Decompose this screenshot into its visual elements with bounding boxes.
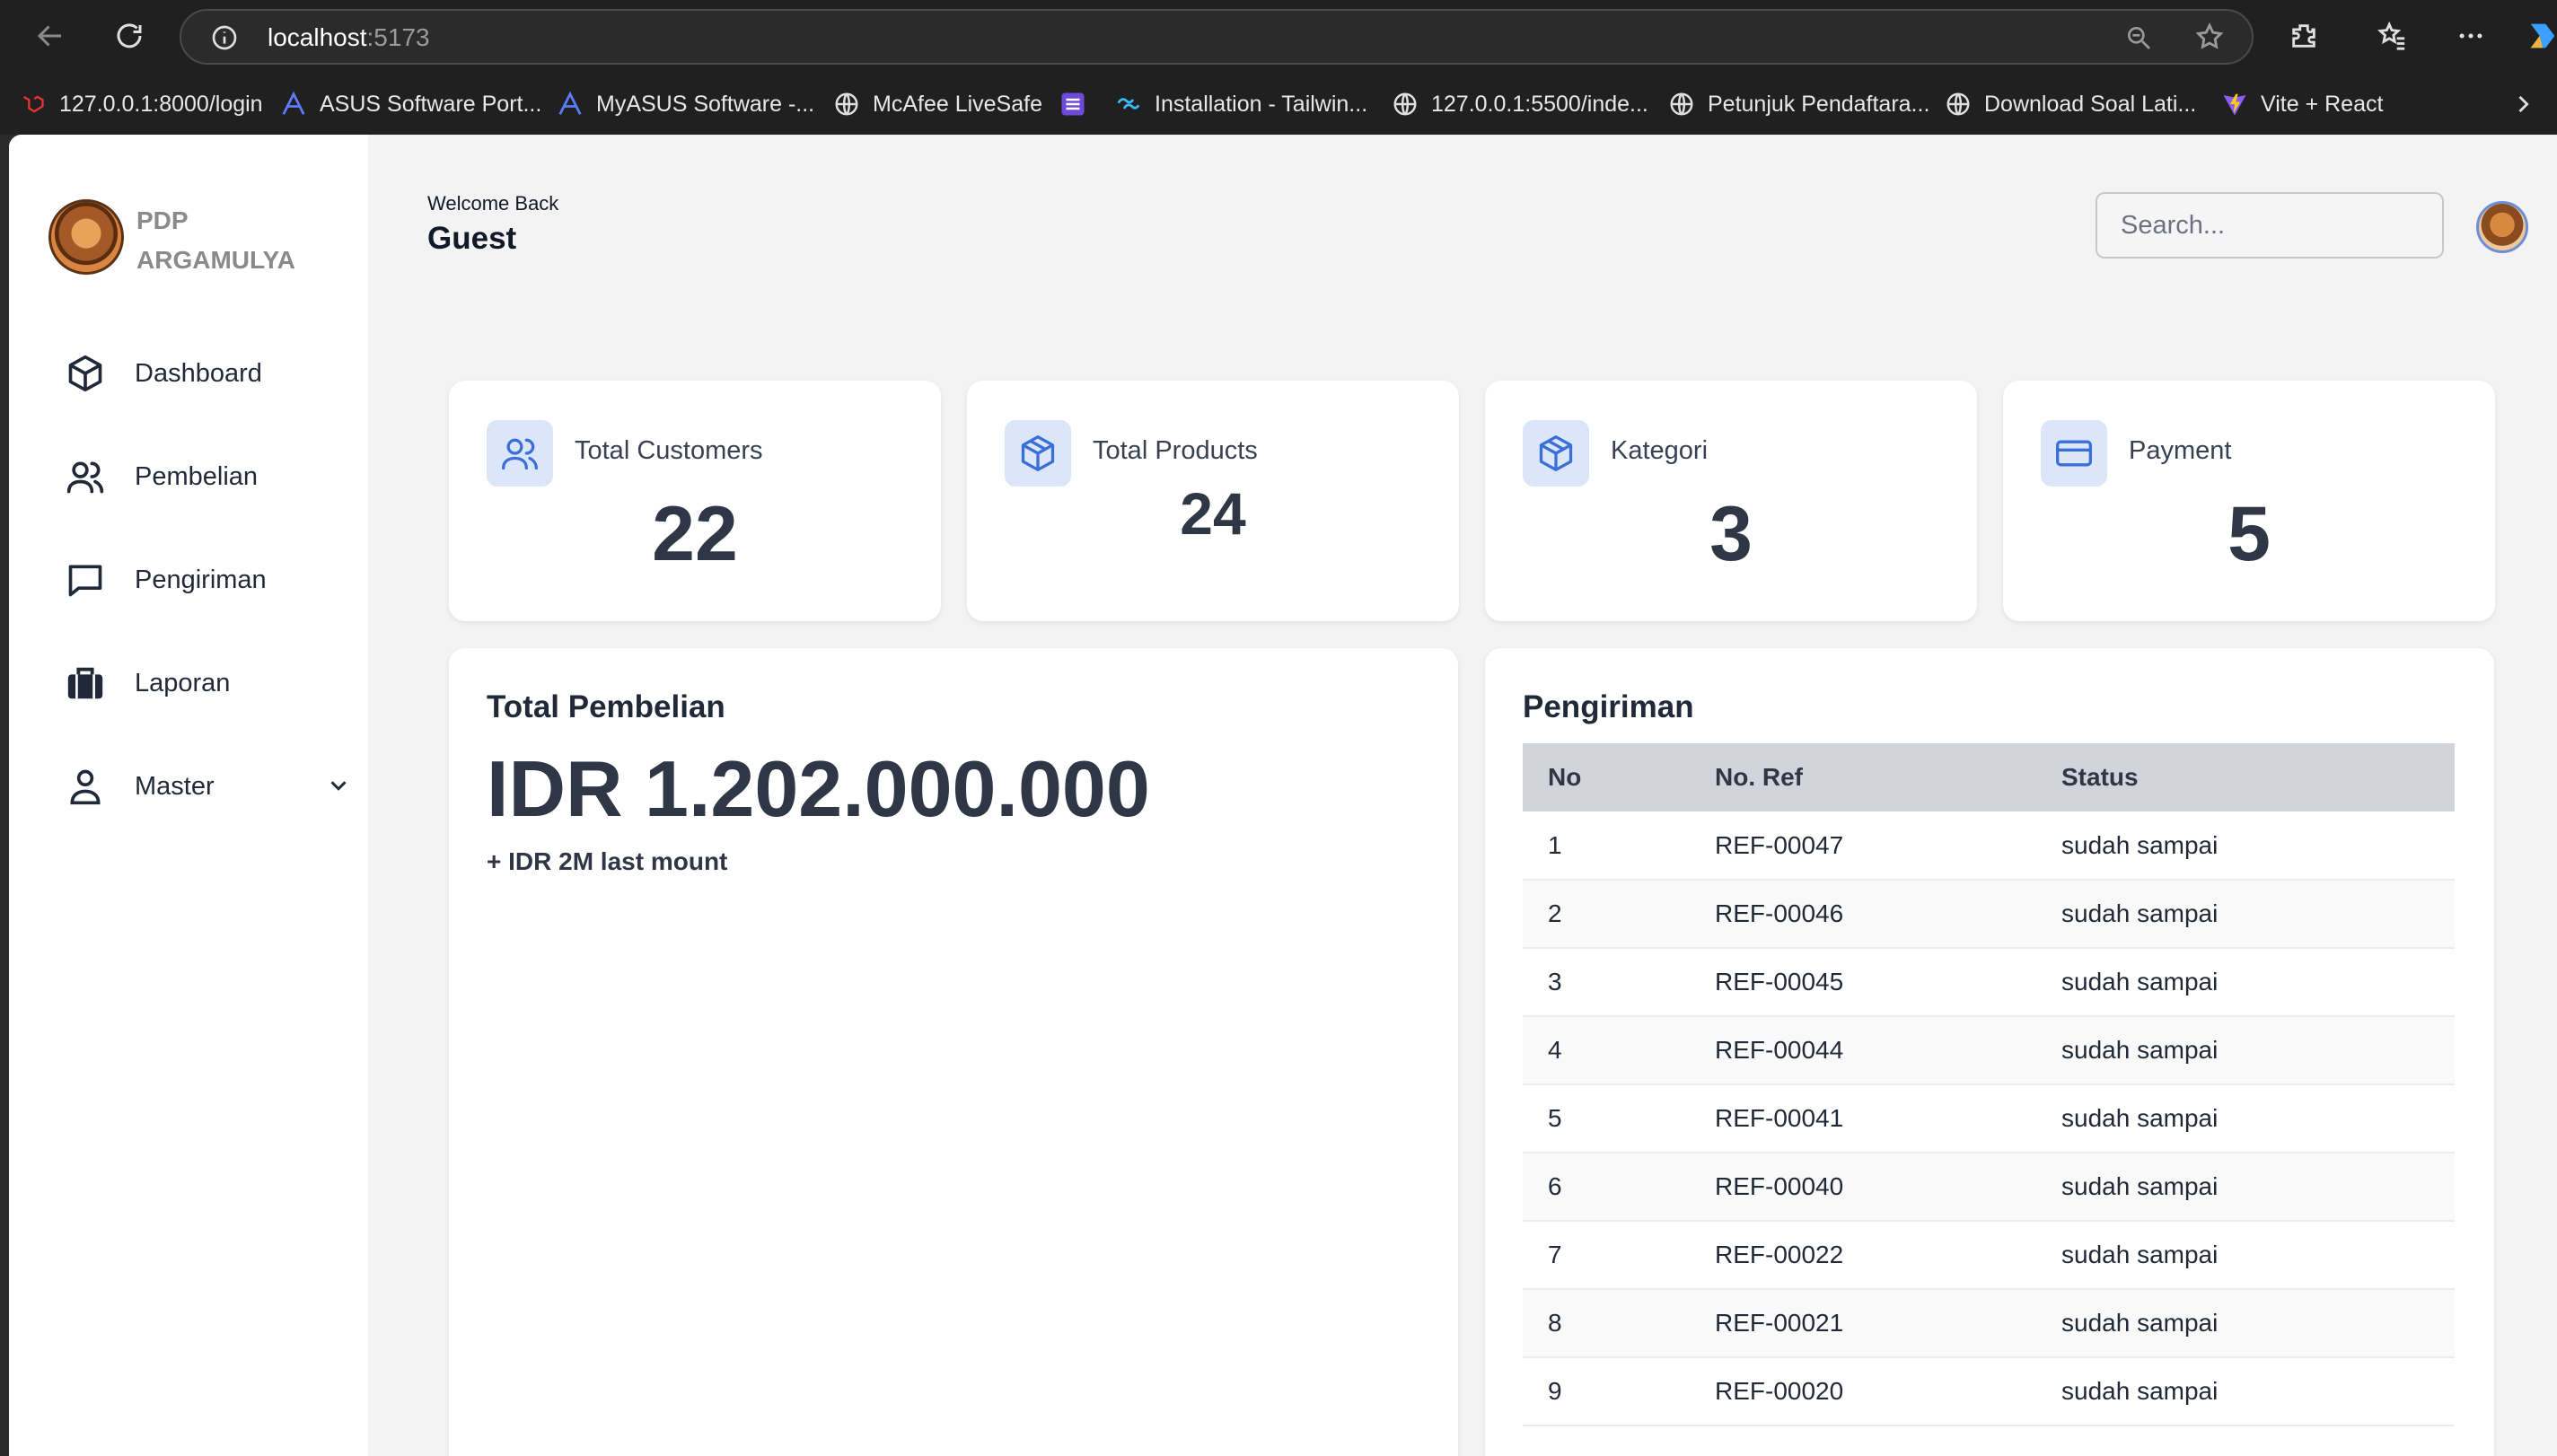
stat-card-kategori: Kategori 3 [1485, 381, 1977, 621]
cube-icon [65, 353, 106, 394]
panel-title: Pengiriman [1523, 689, 1694, 724]
sidebar: PDP ARGAMULYA Dashboard Pembelian Pengir… [9, 135, 368, 1456]
credit-card-icon [2041, 420, 2107, 487]
bookmark-item[interactable]: MyASUS Software -... [557, 86, 814, 122]
table-row[interactable]: 6 REF-00040 sudah sampai [1523, 1153, 2455, 1222]
sidebar-item-dashboard[interactable]: Dashboard [65, 346, 352, 400]
copilot-icon[interactable] [2521, 14, 2557, 57]
user-icon [65, 766, 106, 807]
total-change: + IDR 2M last mount [487, 847, 728, 875]
arrow-left-icon [37, 25, 61, 47]
bookmark-item[interactable]: Installation - Tailwin... [1115, 86, 1367, 122]
reload-button[interactable] [106, 13, 153, 59]
bookmarks-overflow-button[interactable] [2510, 86, 2535, 122]
table-row[interactable]: 1 REF-00047 sudah sampai [1523, 811, 2455, 881]
zoom-icon[interactable] [2124, 23, 2153, 57]
list-icon [1059, 91, 1086, 118]
favorites-icon[interactable] [2370, 14, 2413, 57]
address-bar[interactable]: localhost:5173 [180, 9, 2254, 65]
bookmark-item[interactable] [1059, 86, 1086, 122]
globe-icon [1668, 91, 1695, 118]
stat-card-products: Total Products 24 [967, 381, 1459, 621]
welcome-text: Welcome Back [427, 192, 559, 215]
asus-icon [280, 91, 307, 118]
laravel-icon [20, 91, 47, 118]
sidebar-item-pembelian[interactable]: Pembelian [65, 450, 352, 504]
bookmark-item[interactable]: Petunjuk Pendaftara... [1668, 86, 1929, 122]
globe-icon [1945, 91, 1972, 118]
chevron-right-icon [2518, 95, 2529, 113]
bookmarks-bar: 127.0.0.1:8000/login ASUS Software Port.… [0, 74, 2557, 135]
bookmark-item[interactable]: 127.0.0.1:8000/login [20, 86, 263, 122]
sidebar-item-pengiriman[interactable]: Pengiriman [65, 553, 352, 607]
chevron-down-icon[interactable] [325, 772, 352, 803]
table-row[interactable]: 5 REF-00041 sudah sampai [1523, 1084, 2455, 1153]
column-header[interactable]: Status [2036, 743, 2455, 811]
briefcase-icon [65, 662, 106, 704]
table-row[interactable]: 3 REF-00045 sudah sampai [1523, 948, 2455, 1017]
users-icon [487, 420, 553, 487]
column-header[interactable]: No. Ref [1690, 743, 2036, 811]
cube-icon [1005, 420, 1071, 487]
globe-icon [833, 91, 860, 118]
avatar[interactable] [2476, 201, 2528, 253]
search-input[interactable] [2096, 192, 2444, 259]
tailwind-icon [1115, 91, 1142, 118]
brand-name: PDP ARGAMULYA [136, 206, 295, 274]
bookmark-item[interactable]: ASUS Software Port... [280, 86, 541, 122]
app-window: PDP ARGAMULYA Dashboard Pembelian Pengir… [9, 135, 2557, 1456]
panel-title: Total Pembelian [487, 689, 725, 724]
bookmark-item[interactable]: McAfee LiveSafe [833, 86, 1042, 122]
asus-icon [557, 91, 584, 118]
total-pembelian-panel: Total Pembelian IDR 1.202.000.000 + IDR … [449, 648, 1458, 1456]
globe-icon [1392, 91, 1419, 118]
bookmark-item[interactable]: Download Soal Lati... [1945, 86, 2196, 122]
browser-toolbar: localhost:5173 [0, 0, 2557, 74]
user-name: Guest [427, 221, 517, 256]
table-row[interactable]: 4 REF-00044 sudah sampai [1523, 1016, 2455, 1085]
pengiriman-panel: Pengiriman No No. Ref Status 1 REF-00047 s… [1485, 648, 2494, 1456]
stat-value: 22 [652, 491, 738, 577]
total-amount: IDR 1.202.000.000 [487, 744, 1150, 833]
bookmark-item[interactable]: 127.0.0.1:5500/inde... [1392, 86, 1648, 122]
back-button[interactable] [27, 13, 74, 59]
stat-card-customers: Total Customers 22 [449, 381, 941, 621]
reload-icon [117, 23, 142, 48]
users-icon [65, 456, 106, 497]
sidebar-item-laporan[interactable]: Laporan [65, 656, 352, 710]
brand-logo[interactable] [48, 199, 124, 275]
stat-value: 24 [1180, 480, 1246, 547]
pengiriman-table: No No. Ref Status 1 REF-00047 sudah sampai… [1523, 743, 2455, 1426]
extensions-icon[interactable] [2282, 14, 2325, 57]
cube-icon [1523, 420, 1589, 487]
site-info-icon[interactable] [210, 23, 239, 57]
message-icon [65, 559, 106, 601]
table-row[interactable]: 7 REF-00022 sudah sampai [1523, 1221, 2455, 1290]
stat-value: 5 [2227, 491, 2271, 577]
more-menu-icon[interactable] [2449, 14, 2492, 57]
table-row[interactable]: 9 REF-00020 sudah sampai [1523, 1357, 2455, 1426]
stat-value: 3 [1709, 491, 1753, 577]
table-row[interactable]: 8 REF-00021 sudah sampai [1523, 1289, 2455, 1358]
favorite-star-icon[interactable] [2194, 22, 2225, 57]
table-header-row: No No. Ref Status [1523, 743, 2455, 811]
url-text: localhost:5173 [268, 23, 430, 51]
stat-card-payment: Payment 5 [2003, 381, 2495, 621]
bookmark-item[interactable]: Vite + React [2221, 86, 2383, 122]
vite-icon [2221, 91, 2248, 118]
column-header[interactable]: No [1523, 743, 1690, 811]
sidebar-item-master[interactable]: Master [65, 759, 352, 813]
table-row[interactable]: 2 REF-00046 sudah sampai [1523, 880, 2455, 949]
